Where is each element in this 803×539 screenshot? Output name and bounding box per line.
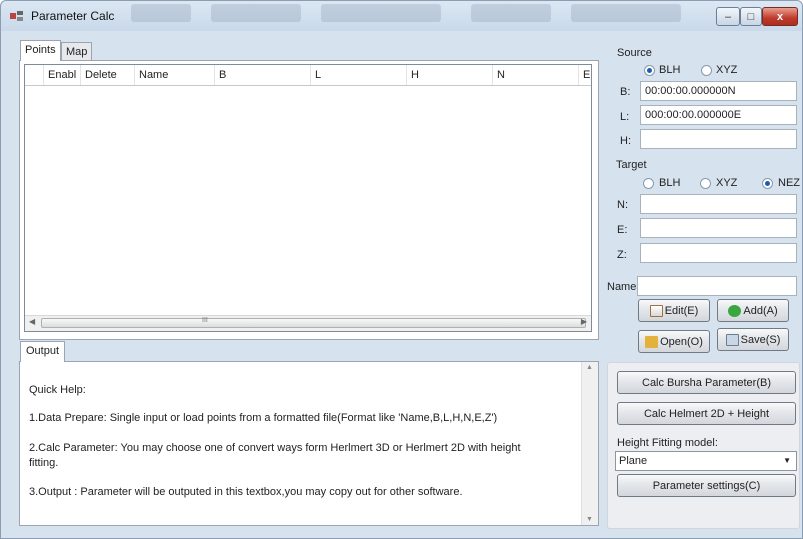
points-grid[interactable]: Enabl Delete Name B L H N E ◀ III ▶ [24,64,592,332]
window-title: Parameter Calc [31,9,115,23]
target-radio-xyz[interactable] [700,178,711,189]
name-label: Name [607,281,637,293]
title-bar: Parameter Calc – □ x [1,1,802,31]
help-heading: Quick Help: [29,384,86,396]
save-button[interactable]: Save(S) [717,328,789,351]
target-n-input[interactable] [640,194,797,214]
vertical-scrollbar[interactable]: ▲ ▼ [581,362,598,525]
minimize-button[interactable]: – [716,7,740,26]
source-title: Source [617,47,652,59]
name-input[interactable] [637,276,797,296]
help-line: 1.Data Prepare: Single input or load poi… [29,412,498,424]
folder-icon [645,335,659,348]
column-header[interactable]: E [578,65,593,85]
calc-bursha-button[interactable]: Calc Bursha Parameter(B) [617,371,796,394]
tab-output[interactable]: Output [20,341,66,362]
background-blur [211,4,301,22]
source-h-input[interactable] [640,129,797,149]
source-l-input[interactable]: 000:00:00.000000E [640,105,797,125]
scroll-grip: III [202,317,208,324]
target-radio-label: BLH [659,177,681,189]
background-blur [471,4,551,22]
edit-icon [649,304,663,317]
save-icon [725,333,739,346]
app-icon [10,11,23,21]
column-header[interactable]: N [492,65,578,85]
calc-helmert-button[interactable]: Calc Helmert 2D + Height [617,402,796,425]
add-button[interactable]: Add(A) [717,299,789,322]
column-header[interactable]: B [214,65,310,85]
height-fitting-label: Height Fitting model: [617,437,718,449]
background-blur [571,4,681,22]
scroll-down-icon[interactable]: ▼ [586,516,593,523]
field-label: N: [617,199,628,211]
column-header[interactable]: H [406,65,492,85]
edit-button-label: Edit(E) [664,304,699,317]
add-icon [728,304,742,317]
minimize-icon: – [724,10,732,23]
field-label: H: [620,135,631,147]
field-label: Z: [617,249,627,261]
save-button-label: Save(S) [740,333,781,346]
scroll-up-icon[interactable]: ▲ [586,364,593,371]
parameter-settings-button[interactable]: Parameter settings(C) [617,474,796,497]
source-b-input[interactable]: 00:00:00.000000N [640,81,797,101]
height-fitting-select[interactable]: Plane ▼ [615,451,797,471]
field-label: B: [620,86,631,98]
field-label: L: [620,111,630,123]
open-button-label: Open(O) [660,335,703,348]
horizontal-scrollbar[interactable]: ◀ III ▶ [25,315,591,331]
target-radio-nez[interactable] [762,178,773,189]
open-button[interactable]: Open(O) [638,330,710,353]
source-radio-label: XYZ [716,64,738,76]
close-icon: x [776,10,784,23]
scroll-left-icon[interactable]: ◀ [29,317,35,326]
background-blur [321,4,441,22]
column-header[interactable]: Enabl [43,65,80,85]
field-label: E: [617,224,628,236]
maximize-button[interactable]: □ [740,7,762,26]
target-z-input[interactable] [640,243,797,263]
source-radio-xyz[interactable] [701,65,712,76]
help-line: fitting. [29,457,59,469]
column-header[interactable]: Name [134,65,214,85]
close-button[interactable]: x [762,7,798,26]
edit-button[interactable]: Edit(E) [638,299,710,322]
column-header[interactable]: L [310,65,406,85]
height-fitting-value: Plane [619,455,648,467]
scroll-right-icon[interactable]: ▶ [581,317,587,326]
help-line: 2.Calc Parameter: You may choose one of … [29,442,521,454]
target-radio-label: NEZ [778,177,800,189]
column-header[interactable]: Delete [80,65,134,85]
tab-points[interactable]: Points [20,40,61,61]
chevron-down-icon: ▼ [783,456,791,465]
target-e-input[interactable] [640,218,797,238]
grid-row-header [25,65,43,85]
tab-map[interactable]: Map [61,42,93,61]
add-button-label: Add(A) [743,304,778,317]
target-radio-blh[interactable] [643,178,654,189]
source-radio-blh[interactable] [644,65,655,76]
output-textbox[interactable]: Quick Help: 1.Data Prepare: Single input… [19,361,599,526]
source-radio-label: BLH [659,64,681,76]
target-title: Target [616,159,647,171]
target-radio-label: XYZ [716,177,738,189]
grid-header: Enabl Delete Name B L H N E [25,65,591,86]
help-line: 3.Output : Parameter will be outputed in… [29,486,463,498]
scrollbar-thumb[interactable]: III [41,317,586,328]
maximize-icon: □ [747,10,755,23]
background-blur [131,4,191,22]
